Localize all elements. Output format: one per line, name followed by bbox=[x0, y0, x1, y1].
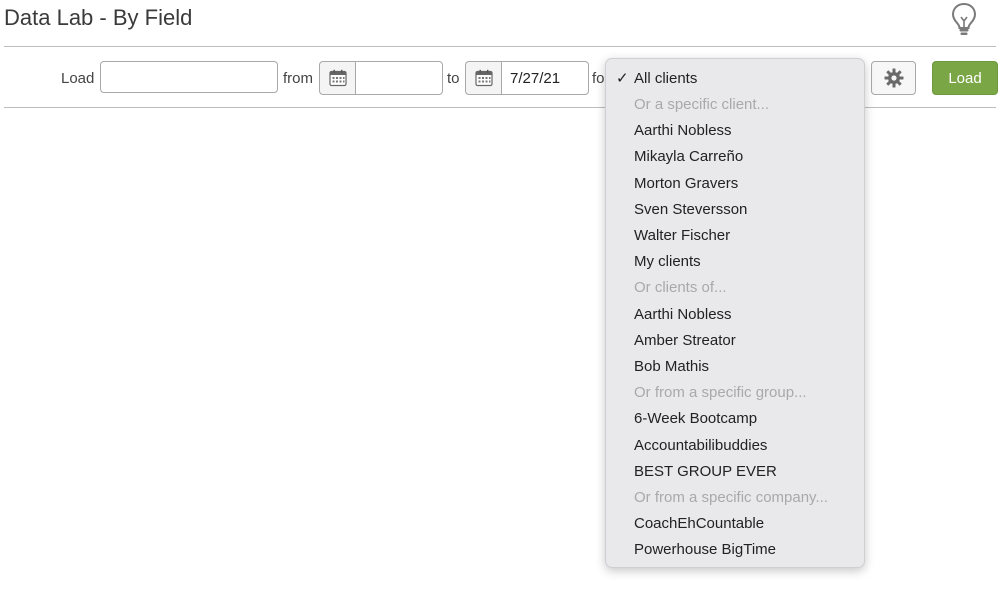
client-dropdown-menu: ✓ All clients Or a specific client... Aa… bbox=[605, 58, 865, 568]
option-group[interactable]: Accountabilibuddies bbox=[634, 436, 767, 456]
from-date-input[interactable] bbox=[355, 61, 443, 95]
group-header-specific-company: Or from a specific company... bbox=[634, 489, 828, 506]
option-company[interactable]: CoachEhCountable bbox=[634, 514, 764, 534]
header-divider bbox=[4, 46, 996, 47]
from-calendar-button[interactable] bbox=[319, 61, 355, 95]
lightbulb-icon[interactable] bbox=[950, 2, 978, 36]
load-button[interactable]: Load bbox=[932, 61, 998, 95]
checkmark-icon: ✓ bbox=[616, 70, 629, 87]
option-client[interactable]: Mikayla Carreño bbox=[634, 147, 743, 167]
to-date-input[interactable] bbox=[501, 61, 589, 95]
option-client[interactable]: Morton Gravers bbox=[634, 174, 738, 194]
option-label: All clients bbox=[634, 70, 698, 87]
to-label: to bbox=[447, 70, 460, 87]
option-coach[interactable]: Aarthi Nobless bbox=[634, 305, 732, 325]
option-coach[interactable]: Amber Streator bbox=[634, 331, 736, 351]
option-client[interactable]: Aarthi Nobless bbox=[634, 121, 732, 141]
settings-button[interactable] bbox=[871, 61, 916, 95]
calendar-icon bbox=[328, 69, 347, 87]
group-header-specific-client: Or a specific client... bbox=[634, 96, 770, 113]
for-label: fo bbox=[592, 70, 605, 87]
option-group[interactable]: 6-Week Bootcamp bbox=[634, 409, 757, 429]
option-client[interactable]: Walter Fischer bbox=[634, 226, 730, 246]
option-coach[interactable]: Bob Mathis bbox=[634, 357, 709, 377]
option-all-clients[interactable]: ✓ All clients bbox=[616, 69, 698, 89]
option-company[interactable]: Powerhouse BigTime bbox=[634, 540, 776, 560]
group-header-specific-group: Or from a specific group... bbox=[634, 384, 807, 401]
group-header-clients-of: Or clients of... bbox=[634, 279, 727, 296]
gear-icon bbox=[884, 68, 903, 88]
calendar-icon bbox=[474, 69, 493, 87]
load-label: Load bbox=[61, 70, 95, 87]
option-client[interactable]: Sven Steversson bbox=[634, 200, 747, 220]
to-calendar-button[interactable] bbox=[465, 61, 501, 95]
field-input[interactable] bbox=[100, 61, 278, 93]
from-label: from bbox=[283, 70, 313, 87]
option-group[interactable]: BEST GROUP EVER bbox=[634, 462, 777, 482]
option-my-clients[interactable]: My clients bbox=[634, 252, 701, 272]
page-title: Data Lab - By Field bbox=[4, 5, 193, 30]
